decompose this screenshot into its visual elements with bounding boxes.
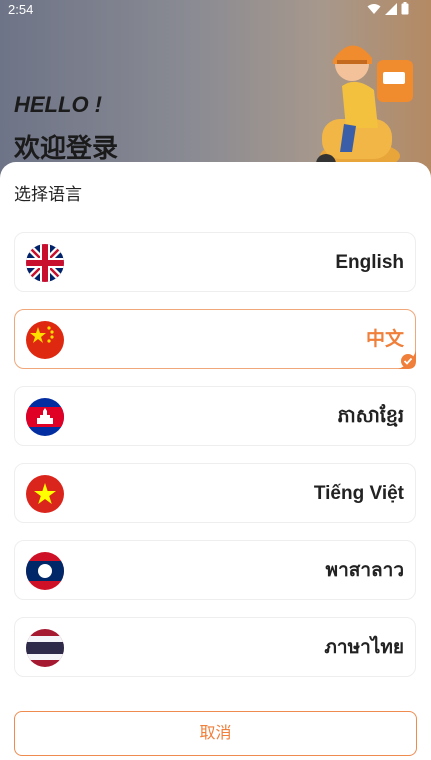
selected-check-icon bbox=[398, 351, 416, 369]
china-flag-icon bbox=[26, 321, 64, 359]
cancel-button[interactable]: 取消 bbox=[14, 711, 417, 756]
language-sheet: 选择语言 English 中文 ភាសាខ្មែរ Tiếng Việt พาส… bbox=[0, 162, 431, 760]
language-option-english[interactable]: English bbox=[14, 232, 416, 292]
status-time: 2:54 bbox=[8, 2, 34, 17]
sheet-title: 选择语言 bbox=[14, 185, 82, 204]
uk-flag-icon bbox=[26, 244, 64, 282]
vietnam-flag-icon bbox=[26, 475, 64, 513]
thailand-flag-icon bbox=[26, 629, 64, 667]
wifi-icon bbox=[367, 3, 381, 14]
hello-heading: HELLO ! bbox=[14, 92, 102, 117]
language-option-vietnamese[interactable]: Tiếng Việt bbox=[14, 463, 416, 523]
language-label: พาสาลาว bbox=[325, 560, 404, 581]
language-label: ภาษาไทย bbox=[324, 637, 404, 658]
language-option-lao[interactable]: พาสาลาว bbox=[14, 540, 416, 600]
signal-icon bbox=[385, 2, 397, 15]
delivery-rider-illustration bbox=[316, 45, 413, 174]
welcome-heading: 欢迎登录 bbox=[14, 133, 119, 163]
status-icons bbox=[367, 2, 409, 15]
status-bar: 2:54 bbox=[0, 0, 431, 20]
language-label: Tiếng Việt bbox=[313, 483, 404, 504]
cambodia-flag-icon bbox=[26, 398, 64, 436]
language-option-thai[interactable]: ภาษาไทย bbox=[14, 617, 416, 677]
laos-flag-icon bbox=[26, 552, 64, 590]
language-label: English bbox=[335, 252, 404, 273]
language-label: ភាសាខ្មែរ bbox=[337, 406, 404, 427]
language-option-khmer[interactable]: ភាសាខ្មែរ bbox=[14, 386, 416, 446]
battery-icon bbox=[401, 2, 409, 15]
language-option-chinese[interactable]: 中文 bbox=[14, 309, 416, 369]
